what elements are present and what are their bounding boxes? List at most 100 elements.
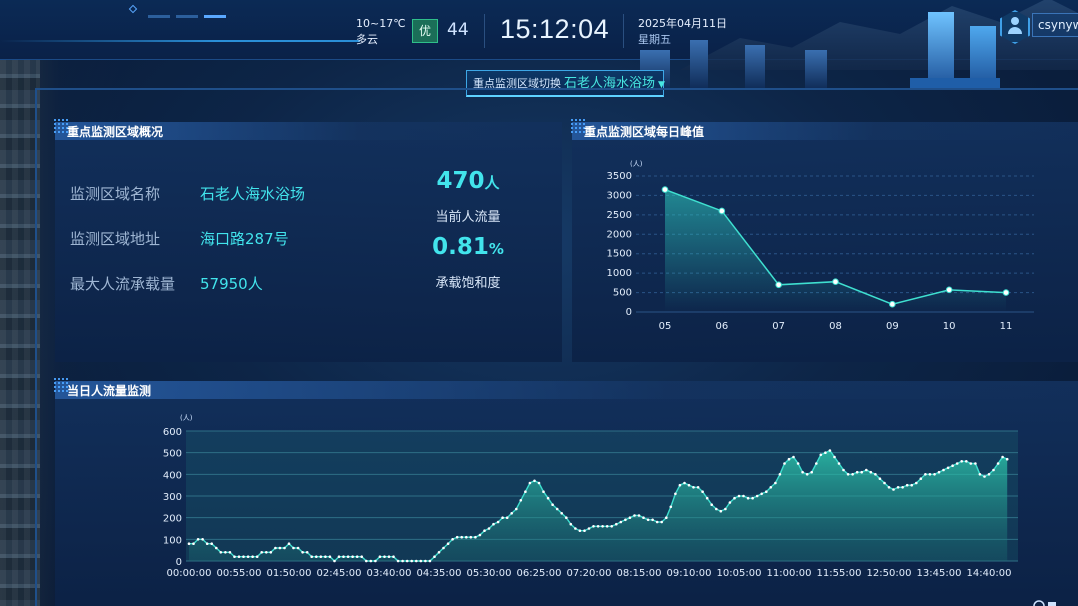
building bbox=[805, 50, 827, 90]
top-header: 10~17℃ 多云 优 44 15:12:04 2025年04月11日 星期五 … bbox=[0, 0, 1078, 90]
data-point bbox=[301, 551, 304, 554]
header-decor-dashes bbox=[148, 15, 226, 18]
y-tick-label: 0 bbox=[626, 307, 632, 318]
overview-title: 重点监测区域概况 bbox=[67, 125, 164, 139]
aqi-value: 44 bbox=[447, 20, 469, 40]
y-tick-label: 600 bbox=[163, 427, 182, 438]
data-point bbox=[933, 473, 936, 476]
data-point bbox=[383, 555, 386, 558]
data-point bbox=[428, 559, 432, 563]
data-point bbox=[910, 483, 913, 487]
data-point bbox=[260, 551, 263, 554]
data-point bbox=[837, 462, 841, 465]
header-decor-diamond bbox=[128, 4, 138, 14]
x-tick-label: 12:50:00 bbox=[867, 568, 912, 579]
data-point bbox=[396, 559, 400, 563]
x-tick-label: 10:05:00 bbox=[717, 568, 762, 579]
data-point bbox=[724, 507, 727, 511]
y-tick-label: 1000 bbox=[607, 268, 632, 279]
data-point bbox=[628, 516, 632, 519]
data-point bbox=[978, 473, 982, 476]
data-point bbox=[701, 490, 704, 493]
y-tick-label: 0 bbox=[176, 557, 182, 568]
data-point bbox=[883, 481, 886, 485]
data-point bbox=[592, 525, 595, 528]
x-tick-label: 05 bbox=[659, 321, 672, 332]
y-tick-label: 3000 bbox=[607, 190, 632, 201]
data-point bbox=[246, 555, 250, 558]
data-point bbox=[292, 546, 295, 550]
data-point bbox=[333, 559, 336, 563]
aqi-level-badge: 优 bbox=[412, 19, 438, 43]
data-point bbox=[601, 525, 604, 528]
data-point bbox=[474, 535, 477, 539]
clock-time: 15:12:04 bbox=[500, 14, 610, 44]
region-name-value: 石老人海水浴场 bbox=[200, 185, 306, 203]
data-point bbox=[501, 516, 504, 519]
x-tick-label: 05:30:00 bbox=[467, 568, 512, 579]
region-address-label: 监测区域地址 bbox=[70, 230, 161, 248]
data-point bbox=[919, 477, 923, 480]
series-area bbox=[665, 189, 1006, 312]
x-tick-label: 03:40:00 bbox=[367, 568, 412, 579]
data-point bbox=[696, 486, 700, 489]
data-point bbox=[605, 525, 609, 528]
data-point bbox=[533, 479, 536, 483]
weather-temperature: 10~17℃ bbox=[356, 17, 406, 30]
data-point bbox=[355, 555, 359, 558]
data-point bbox=[255, 555, 259, 558]
x-tick-label: 11:00:00 bbox=[767, 568, 812, 579]
data-point bbox=[796, 462, 800, 465]
x-tick-label: 11:55:00 bbox=[817, 568, 862, 579]
data-point bbox=[928, 473, 932, 476]
data-point bbox=[887, 486, 891, 489]
data-point bbox=[283, 546, 286, 550]
data-point bbox=[687, 483, 691, 487]
data-point bbox=[669, 505, 673, 509]
data-point bbox=[310, 555, 313, 558]
building bbox=[745, 45, 765, 90]
y-tick-label: 400 bbox=[163, 470, 182, 481]
data-point bbox=[219, 551, 223, 554]
current-flow-label: 当前人流量 bbox=[435, 210, 501, 225]
data-point bbox=[492, 522, 495, 526]
y-tick-label: 500 bbox=[613, 288, 632, 299]
data-point bbox=[642, 516, 645, 519]
data-point bbox=[775, 281, 782, 289]
x-tick-label: 08:15:00 bbox=[617, 568, 662, 579]
data-point bbox=[360, 555, 364, 558]
overview-panel: 重点监测区域概况 监测区域名称 石老人海水浴场 监测区域地址 海口路287号 最… bbox=[53, 118, 562, 362]
data-point bbox=[742, 494, 745, 498]
data-point bbox=[369, 559, 373, 563]
data-point bbox=[528, 481, 532, 485]
current-flow-number: 470 bbox=[436, 168, 485, 194]
data-point bbox=[496, 520, 500, 524]
data-point bbox=[815, 462, 818, 465]
data-point bbox=[769, 486, 773, 489]
data-point bbox=[787, 457, 791, 461]
region-name-label: 监测区域名称 bbox=[70, 185, 161, 203]
data-point bbox=[546, 496, 550, 500]
data-point bbox=[269, 551, 273, 554]
today-flow-title: 当日人流量监测 bbox=[67, 384, 152, 398]
max-capacity-label: 最大人流承载量 bbox=[70, 275, 176, 293]
x-tick-label: 06:25:00 bbox=[517, 568, 562, 579]
decor-dash-active bbox=[204, 15, 226, 18]
data-point bbox=[505, 516, 509, 519]
data-point bbox=[955, 462, 959, 465]
data-point bbox=[278, 546, 282, 550]
data-point bbox=[392, 555, 395, 558]
data-point bbox=[889, 300, 896, 308]
decor-dash bbox=[176, 15, 198, 18]
username-label[interactable]: csynywn bbox=[1032, 13, 1078, 37]
data-point bbox=[319, 555, 323, 558]
data-point bbox=[424, 559, 427, 563]
data-point bbox=[942, 468, 945, 472]
data-point bbox=[337, 555, 341, 558]
daily-peak-panel: 重点监测区域每日峰值 (人) 0 500 1000 1500 2000 2500 3000 35… bbox=[570, 118, 1078, 362]
today-flow-chart: (人) 0 100 200 300 400 500 600 00:00:00 00:55:00 01… bbox=[163, 414, 1018, 579]
data-point bbox=[1002, 289, 1010, 296]
y-tick-label: 200 bbox=[163, 514, 182, 525]
data-point bbox=[960, 460, 963, 463]
data-point bbox=[487, 527, 491, 530]
